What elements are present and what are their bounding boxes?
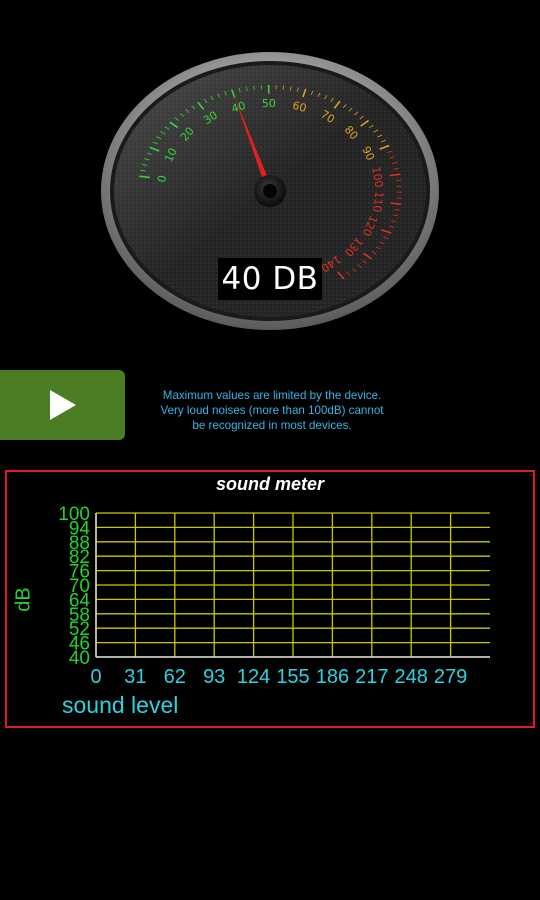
- chart-frame: [5, 470, 535, 728]
- info-line: be recognized in most devices.: [192, 419, 352, 432]
- y-axis-label: dB: [12, 587, 35, 612]
- gauge-tick: [282, 85, 285, 90]
- db-reading-box: 40 DB: [218, 258, 322, 300]
- play-icon: [49, 390, 76, 420]
- chart-title: sound meter: [215, 474, 325, 494]
- gauge-tick-label: 50: [262, 97, 276, 110]
- info-line: Maximum values are limited by the device…: [162, 389, 382, 402]
- play-button[interactable]: [0, 370, 125, 440]
- gauge-tick: [390, 202, 402, 205]
- gauge-tick-label: 110: [370, 191, 386, 213]
- info-line: Very loud noises (more than 100dB) canno…: [160, 404, 384, 417]
- x-axis-label: sound level: [62, 692, 179, 718]
- device-limit-note: Maximum values are limited by the device…: [132, 388, 412, 433]
- db-reading: 40 DB: [221, 261, 319, 297]
